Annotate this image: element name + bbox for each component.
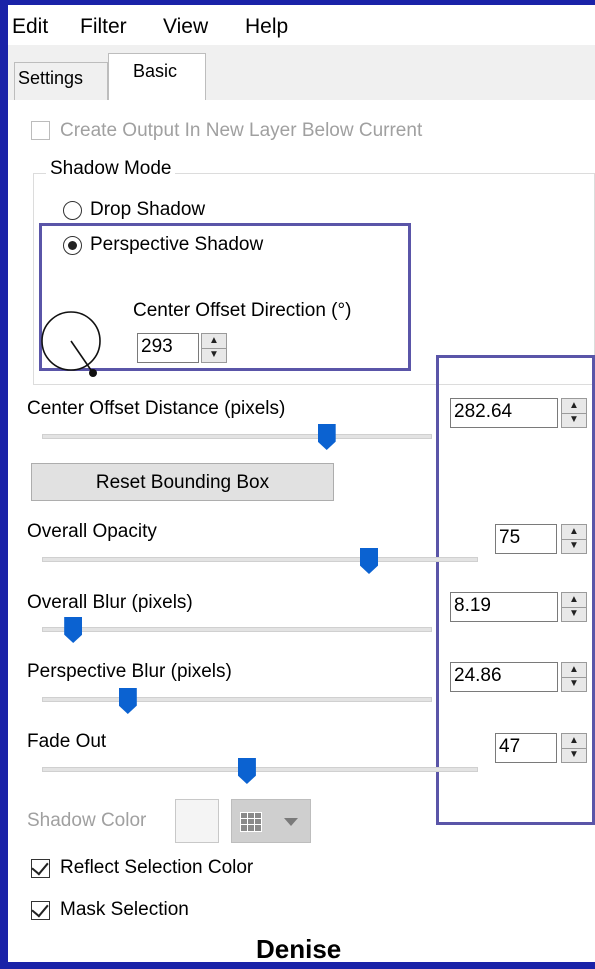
drop-shadow-label: Drop Shadow [90,199,206,220]
tab-strip: Settings Basic [8,45,595,101]
center-offset-distance-spinner[interactable]: ▲ ▼ [561,398,587,428]
menu-view[interactable]: View [163,15,208,39]
shadow-mode-title: Shadow Mode [46,158,176,180]
chevron-down-icon [284,818,298,826]
reflect-selection-color-label: Reflect Selection Color [60,857,254,878]
footer-signature: Denise [256,934,342,964]
spin-down-arrow-icon[interactable]: ▼ [562,539,586,553]
menu-bar: Edit Filter View Help [8,5,595,45]
spin-down-arrow-icon[interactable]: ▼ [562,413,586,427]
perspective-blur-input[interactable]: 24.86 [450,662,558,692]
spin-up-arrow-icon[interactable]: ▲ [562,663,586,678]
shadow-color-label: Shadow Color [27,810,147,831]
create-output-label: Create Output In New Layer Below Current [60,120,423,141]
center-offset-direction-spinner[interactable]: ▲ ▼ [201,333,227,363]
overall-opacity-input[interactable]: 75 [495,524,557,554]
tab-settings[interactable]: Settings [14,62,108,100]
menu-filter[interactable]: Filter [80,15,127,39]
center-offset-direction-input[interactable]: 293 [137,333,199,363]
overall-blur-input[interactable]: 8.19 [450,592,558,622]
tab-basic[interactable]: Basic [108,53,206,101]
checkmark-icon [31,857,49,876]
spin-down-arrow-icon[interactable]: ▼ [562,607,586,621]
fade-out-input[interactable]: 47 [495,733,557,763]
overall-blur-label: Overall Blur (pixels) [27,592,193,613]
spin-down-arrow-icon[interactable]: ▼ [202,348,226,362]
shadow-color-swatch[interactable] [175,799,219,843]
center-offset-distance-track[interactable] [42,434,432,439]
shadow-color-picker[interactable] [231,799,311,843]
checkmark-icon [31,899,49,918]
center-offset-distance-label: Center Offset Distance (pixels) [27,398,286,419]
mask-selection-label: Mask Selection [60,899,189,920]
direction-dial-icon[interactable] [40,300,102,380]
overall-opacity-track[interactable] [42,557,478,562]
center-offset-distance-input[interactable]: 282.64 [450,398,558,428]
reflect-selection-color-checkbox[interactable] [31,857,50,878]
fade-out-track[interactable] [42,767,478,772]
overall-blur-spinner[interactable]: ▲ ▼ [561,592,587,622]
overall-opacity-spinner[interactable]: ▲ ▼ [561,524,587,554]
fade-out-label: Fade Out [27,731,107,752]
spin-up-arrow-icon[interactable]: ▲ [562,593,586,608]
menu-edit[interactable]: Edit [12,15,48,39]
palette-grid-icon [240,812,262,832]
fade-out-spinner[interactable]: ▲ ▼ [561,733,587,763]
overall-blur-track[interactable] [42,627,432,632]
spin-up-arrow-icon[interactable]: ▲ [562,525,586,540]
spin-up-arrow-icon[interactable]: ▲ [562,734,586,749]
reset-bounding-box-button[interactable]: Reset Bounding Box [31,463,334,501]
menu-help[interactable]: Help [245,15,288,39]
window-frame-bottom [0,962,595,969]
spin-up-arrow-icon[interactable]: ▲ [202,334,226,349]
drop-shadow-radio[interactable] [63,201,82,220]
spin-up-arrow-icon[interactable]: ▲ [562,399,586,414]
overall-opacity-label: Overall Opacity [27,521,157,542]
center-offset-direction-label: Center Offset Direction (°) [133,300,352,321]
window-frame-left [0,0,8,969]
perspective-blur-track[interactable] [42,697,432,702]
perspective-blur-label: Perspective Blur (pixels) [27,661,232,682]
spin-down-arrow-icon[interactable]: ▼ [562,748,586,762]
perspective-blur-spinner[interactable]: ▲ ▼ [561,662,587,692]
spin-down-arrow-icon[interactable]: ▼ [562,677,586,691]
create-output-checkbox[interactable] [31,121,50,140]
mask-selection-checkbox[interactable] [31,899,50,920]
